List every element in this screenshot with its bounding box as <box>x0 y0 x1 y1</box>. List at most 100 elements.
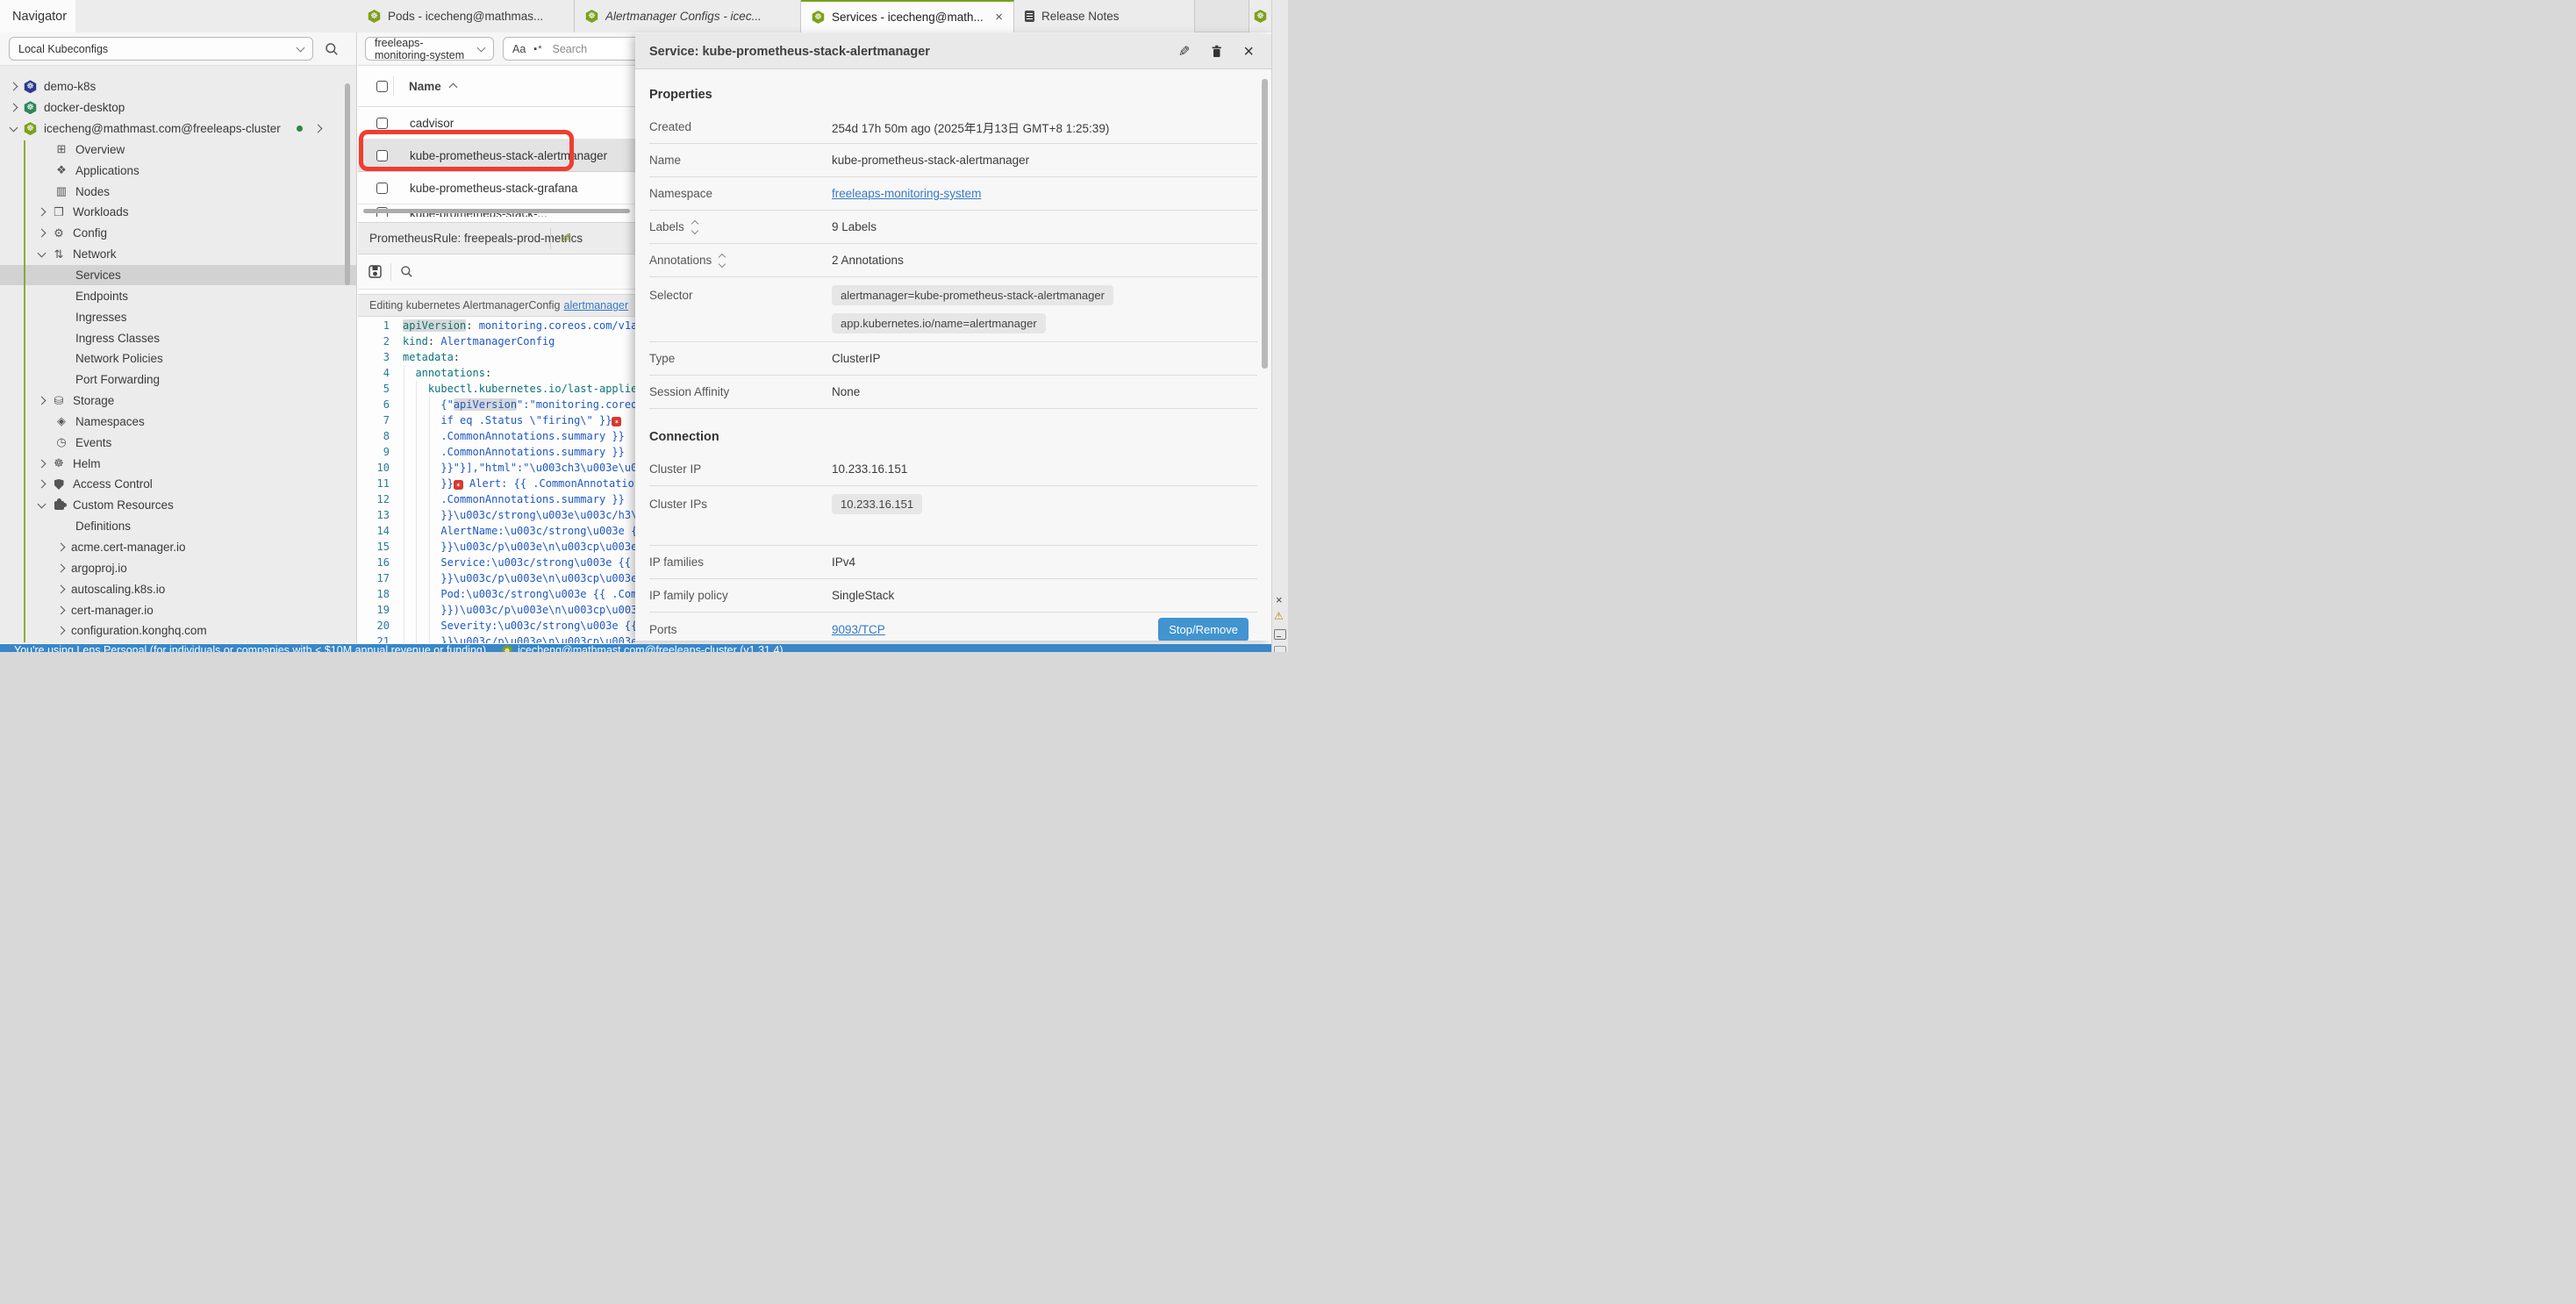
indent-guide <box>429 397 430 643</box>
tab-alertmanager-configs-icec[interactable]: ☸Alertmanager Configs - icec... <box>575 0 801 32</box>
service-rows: cadvisorkube-prometheus-stack-alertmanag… <box>358 107 635 217</box>
yaml-editor[interactable]: 1apiVersion: monitoring.coreos.com/v1alp… <box>358 318 635 643</box>
sidebar-item-label: Access Control <box>73 477 153 491</box>
port-link[interactable]: 9093/TCP <box>832 623 885 636</box>
save-icon[interactable] <box>369 265 382 278</box>
kubeconfig-select[interactable]: Local Kubeconfigs <box>9 37 313 61</box>
chevron-right-icon[interactable] <box>10 82 18 91</box>
overview-icon: ⊞ <box>54 142 68 156</box>
expand-toggle-icon[interactable] <box>719 254 725 267</box>
search-icon[interactable] <box>325 42 339 56</box>
chevron-right-icon[interactable] <box>57 627 66 635</box>
code-line: 6 {"apiVersion":"monitoring.coreos.com/v… <box>358 397 635 412</box>
table-row-kube-prometheus-stack-alertmanager[interactable]: kube-prometheus-stack-alertmanager <box>358 140 635 172</box>
delete-service-icon[interactable] <box>1211 45 1222 58</box>
tab-pods-icecheng-mathmas[interactable]: ☸Pods - icecheng@mathmas... <box>357 0 575 32</box>
namespace-link[interactable]: freeleaps-monitoring-system <box>832 187 981 200</box>
line-number: 12 <box>358 491 390 507</box>
chevron-down-icon[interactable] <box>38 248 47 257</box>
sidebar-item-namespaces[interactable]: ◈Namespaces <box>0 412 356 433</box>
search-input[interactable] <box>550 42 635 56</box>
chevron-right-icon[interactable] <box>38 397 47 405</box>
sidebar-item-services[interactable]: Services <box>0 265 356 286</box>
tab-release-notes[interactable]: Release Notes <box>1014 0 1195 32</box>
chevron-down-icon[interactable] <box>38 499 47 508</box>
sidebar-item-overview[interactable]: ⊞Overview <box>0 140 356 161</box>
search-box[interactable]: Aa ▪* <box>503 37 635 61</box>
sidebar-item-cert-manager-io[interactable]: cert-manager.io <box>0 599 356 620</box>
sidebar-item-icecheng-mathmast-com-freeleaps-cluster[interactable]: ☸icecheng@mathmast.com@freeleaps-cluster <box>0 118 356 140</box>
sidebar-item-docker-desktop[interactable]: ☸docker-desktop <box>0 97 356 118</box>
select-all-checkbox[interactable] <box>376 81 388 92</box>
sidebar-item-ingress-classes[interactable]: Ingress Classes <box>0 327 356 348</box>
chevron-right-icon[interactable] <box>38 208 47 217</box>
chevron-right-icon[interactable] <box>57 563 66 572</box>
alertmanager-config-link[interactable]: alertmanager <box>564 299 629 312</box>
sidebar-item-nodes[interactable]: ▥Nodes <box>0 181 356 202</box>
row-checkbox[interactable] <box>376 183 388 194</box>
sidebar-item-config[interactable]: ⚙Config <box>0 223 356 244</box>
line-number: 10 <box>358 460 390 476</box>
expand-toggle-icon[interactable] <box>692 221 698 233</box>
sidebar-item-autoscaling-k8s-io[interactable]: autoscaling.k8s.io <box>0 578 356 599</box>
sidebar-item-label: Events <box>75 436 111 449</box>
sidebar-item-workloads[interactable]: ❒Workloads <box>0 202 356 223</box>
chevron-right-icon[interactable] <box>57 584 66 593</box>
sidebar-item-label: Namespaces <box>75 415 145 428</box>
table-row-cadvisor[interactable]: cadvisor <box>358 107 635 140</box>
sidebar-item-definitions[interactable]: Definitions <box>0 516 356 537</box>
tab-partial[interactable]: ☸ <box>1249 0 1271 32</box>
sidebar-item-port-forwarding[interactable]: Port Forwarding <box>0 369 356 390</box>
sidebar-item-storage[interactable]: ⛁Storage <box>0 390 356 412</box>
tab-services-icecheng-math[interactable]: ☸Services - icecheng@math...× <box>801 0 1014 32</box>
sidebar-item-custom-resources[interactable]: Custom Resources <box>0 495 356 516</box>
name-column-header[interactable]: Name <box>409 80 441 93</box>
chevron-right-icon[interactable] <box>38 459 47 468</box>
horizontal-scrollbar[interactable] <box>363 209 630 213</box>
edit-service-icon[interactable]: ✎ <box>1178 43 1190 61</box>
table-row-kube-prometheus-stack-grafana[interactable]: kube-prometheus-stack-grafana <box>358 172 635 204</box>
chevron-right-icon[interactable] <box>57 605 66 614</box>
sidebar-item-ingresses[interactable]: Ingresses <box>0 306 356 327</box>
sidebar-item-configuration-konghq-com[interactable]: configuration.konghq.com <box>0 620 356 641</box>
sidebar-item-applications[interactable]: ❖Applications <box>0 160 356 181</box>
chevron-down-icon[interactable] <box>10 123 18 132</box>
editing-text: Editing kubernetes AlertmanagerConfig <box>369 299 561 312</box>
namespace-select[interactable]: freeleaps-monitoring-system <box>365 37 494 61</box>
chevron-right-icon[interactable] <box>10 104 18 112</box>
window-tab-bar: Navigator ☸Pods - icecheng@mathmas...☸Al… <box>0 0 1288 32</box>
code-line: 4 annotations: <box>358 365 635 381</box>
match-case-icon[interactable]: Aa <box>512 43 526 55</box>
cluster-status[interactable]: ☸ icecheng@mathmast.com@freeleaps-cluste… <box>502 644 784 652</box>
sidebar-item-demo-k8s[interactable]: ☸demo-k8s <box>0 76 356 97</box>
regex-icon[interactable]: ▪* <box>533 44 542 54</box>
code-text: }}\u003c/p\u003e\n\u003cp\u003e <box>403 539 635 555</box>
close-drawer-icon[interactable]: × <box>1243 43 1254 61</box>
sidebar-item-access-control[interactable]: Access Control <box>0 474 356 495</box>
sidebar-item-acme-cert-manager-io[interactable]: acme.cert-manager.io <box>0 537 356 558</box>
chevron-right-icon[interactable] <box>313 125 322 133</box>
code-text: }}\u003c/p\u003e\n\u003cp\u003e <box>403 570 635 586</box>
sidebar-scrollbar[interactable] <box>345 83 350 285</box>
tab-strip: ☸Pods - icecheng@mathmas...☸Alertmanager… <box>357 0 1195 32</box>
editor-search-icon[interactable] <box>400 265 413 278</box>
sidebar-item-argoproj-io[interactable]: argoproj.io <box>0 557 356 578</box>
chevron-right-icon[interactable] <box>57 543 66 552</box>
row-value: IPv4 <box>832 555 855 569</box>
drawer-scrollbar[interactable] <box>1262 79 1268 369</box>
chevron-right-icon[interactable] <box>38 229 47 238</box>
sidebar-item-network-policies[interactable]: Network Policies <box>0 348 356 369</box>
sidebar-item-helm[interactable]: ☸Helm <box>0 453 356 474</box>
sort-asc-icon[interactable] <box>448 83 457 92</box>
chevron-right-icon[interactable] <box>38 480 47 489</box>
close-tab-icon[interactable]: × <box>990 10 1003 25</box>
clock-icon: ◷ <box>54 435 68 449</box>
row-checkbox[interactable] <box>376 118 388 129</box>
port-action-button-stop-remove[interactable]: Stop/Remove <box>1158 618 1249 641</box>
edit-icon[interactable]: ✎ <box>561 231 572 247</box>
sidebar-item-network[interactable]: ⇅Network <box>0 244 356 265</box>
sidebar-item-endpoints[interactable]: Endpoints <box>0 285 356 306</box>
code-line: 16 Service:\u003c/strong\u003e {{ . <box>358 555 635 570</box>
sidebar-item-events[interactable]: ◷ Events <box>0 432 356 453</box>
row-checkbox[interactable] <box>376 150 388 161</box>
